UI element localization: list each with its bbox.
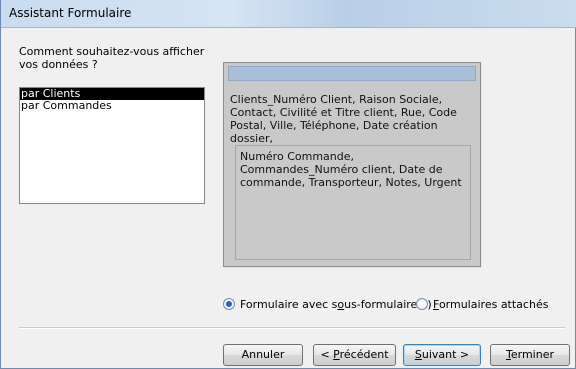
- list-item-par-commandes[interactable]: par Commandes: [20, 100, 204, 112]
- radio-subform-label: Formulaire avec sous-formulaire(s): [240, 297, 432, 311]
- window-title: Assistant Formulaire: [9, 6, 132, 20]
- form-preview: Clients_Numéro Client, Raison Sociale, C…: [223, 62, 481, 267]
- finish-button[interactable]: Terminer: [490, 344, 570, 366]
- radio-linked-forms-option[interactable]: Formulaires attachés: [416, 296, 548, 312]
- radio-linked-label: Formulaires attachés: [433, 297, 549, 311]
- cancel-button[interactable]: Annuler: [223, 344, 303, 366]
- view-by-listbox[interactable]: par Clients par Commandes: [19, 87, 205, 204]
- main-form-fields: Clients_Numéro Client, Raison Sociale, C…: [230, 93, 457, 145]
- preview-header-bar: [228, 66, 476, 81]
- next-button[interactable]: Suivant >: [403, 344, 481, 366]
- subform-preview: Numéro Commande, Commandes_Numéro client…: [235, 145, 471, 260]
- previous-button[interactable]: < Précédent: [313, 344, 396, 366]
- view-prompt: Comment souhaitez-vous afficher vos donn…: [19, 45, 205, 71]
- wizard-window: Assistant Formulaire Comment souhaitez-v…: [0, 0, 576, 369]
- button-separator: [19, 327, 565, 329]
- radio-linked-indicator[interactable]: [416, 298, 428, 310]
- subform-fields: Numéro Commande, Commandes_Numéro client…: [240, 150, 462, 189]
- radio-subform-option[interactable]: Formulaire avec sous-formulaire(s): [223, 296, 432, 312]
- title-bar[interactable]: Assistant Formulaire: [1, 0, 576, 28]
- radio-subform-indicator[interactable]: [223, 298, 235, 310]
